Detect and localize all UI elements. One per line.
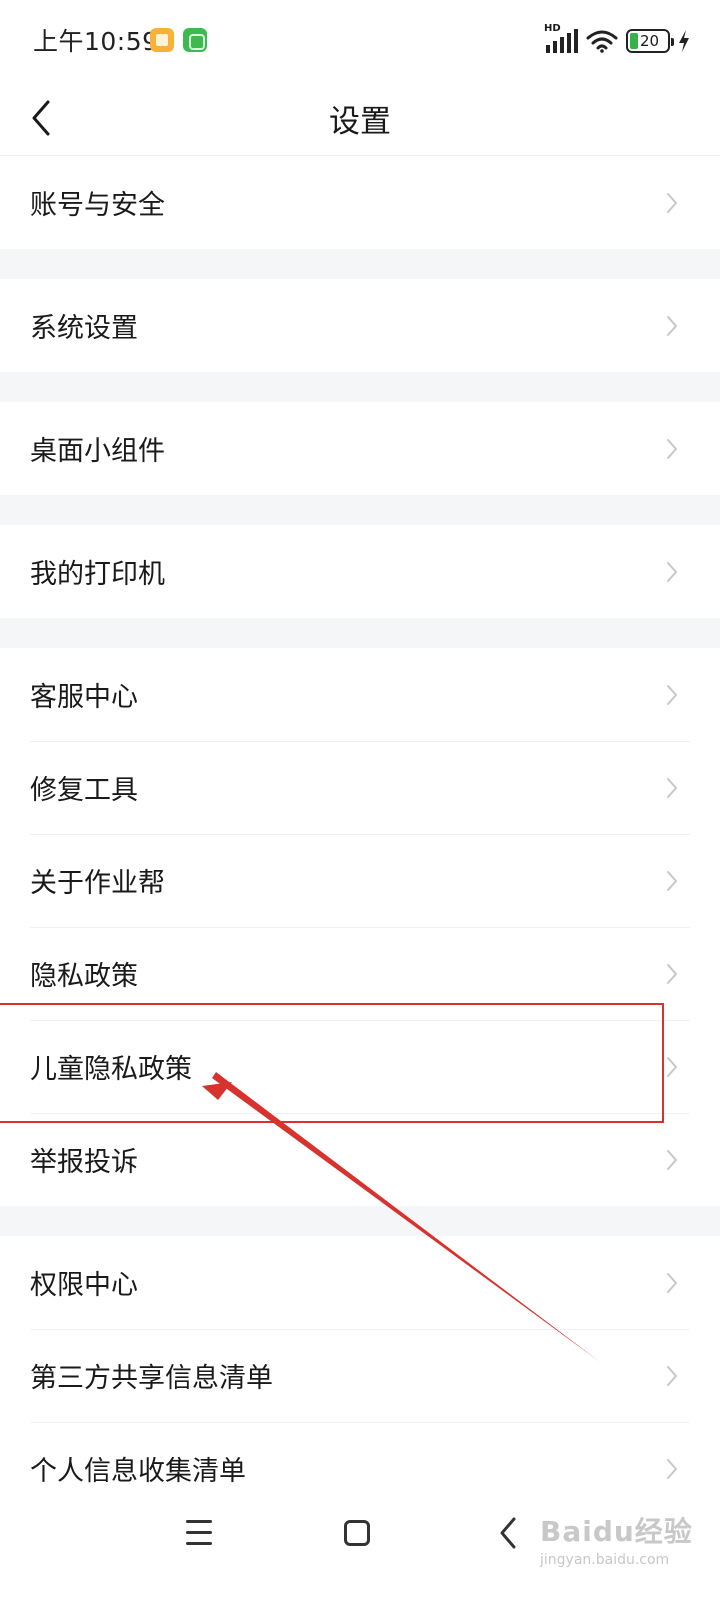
settings-item[interactable]: 桌面小组件 xyxy=(0,402,720,495)
settings-item-label: 第三方共享信息清单 xyxy=(30,1363,273,1394)
chevron-right-icon xyxy=(667,1458,677,1479)
settings-item-label: 关于作业帮 xyxy=(30,868,165,899)
chevron-right-icon xyxy=(667,1149,677,1170)
chevron-right-icon xyxy=(667,192,677,213)
signal-icon: HD xyxy=(544,23,578,53)
chevron-right-icon xyxy=(667,438,677,459)
group-separator xyxy=(0,372,720,402)
settings-item-label: 隐私政策 xyxy=(30,961,138,992)
settings-list: 账号与安全系统设置桌面小组件我的打印机客服中心修复工具关于作业帮隐私政策儿童隐私… xyxy=(0,156,720,1515)
chevron-right-icon xyxy=(667,315,677,336)
chevron-right-icon xyxy=(667,777,677,798)
settings-item-label: 儿童隐私政策 xyxy=(30,1054,192,1085)
chevron-right-icon xyxy=(667,1056,677,1077)
settings-group: 我的打印机 xyxy=(0,525,720,618)
settings-item[interactable]: 儿童隐私政策 xyxy=(0,1020,720,1113)
settings-item[interactable]: 账号与安全 xyxy=(0,156,720,249)
hd-label: HD xyxy=(544,23,561,34)
nav-back-icon[interactable] xyxy=(498,1516,518,1550)
group-separator xyxy=(0,495,720,525)
group-separator xyxy=(0,618,720,648)
settings-item[interactable]: 第三方共享信息清单 xyxy=(0,1329,720,1422)
settings-group: 客服中心修复工具关于作业帮隐私政策儿童隐私政策 举报投诉 xyxy=(0,648,720,1206)
watermark: Baidu经验 jingyan.baidu.com xyxy=(540,1510,693,1568)
menu-icon[interactable] xyxy=(186,1520,214,1546)
settings-item-label: 修复工具 xyxy=(30,775,138,806)
settings-group: 权限中心第三方共享信息清单 个人信息收集清单 xyxy=(0,1236,720,1515)
app-header: 设置 xyxy=(0,80,720,156)
chevron-right-icon xyxy=(667,870,677,891)
chevron-right-icon xyxy=(667,684,677,705)
chevron-right-icon xyxy=(667,1272,677,1293)
charging-bolt-icon xyxy=(678,30,690,52)
settings-group: 账号与安全 xyxy=(0,156,720,249)
status-bar: 上午10:59 HD 20 xyxy=(0,0,720,80)
battery-level: 20 xyxy=(640,31,660,50)
settings-item-label: 举报投诉 xyxy=(30,1147,138,1178)
settings-item-label: 个人信息收集清单 xyxy=(30,1456,246,1487)
battery-icon: 20 xyxy=(626,29,674,53)
settings-item-label: 账号与安全 xyxy=(30,190,165,221)
settings-item-label: 权限中心 xyxy=(30,1270,138,1301)
settings-item[interactable]: 举报投诉 xyxy=(0,1113,720,1206)
settings-item[interactable]: 系统设置 xyxy=(0,279,720,372)
settings-item[interactable]: 关于作业帮 xyxy=(0,834,720,927)
settings-item[interactable]: 客服中心 xyxy=(0,648,720,741)
group-separator xyxy=(0,1206,720,1236)
status-time: 上午10:59 xyxy=(33,27,159,56)
chevron-right-icon xyxy=(667,1365,677,1386)
settings-group: 桌面小组件 xyxy=(0,402,720,495)
settings-item-label: 客服中心 xyxy=(30,682,138,713)
page-title: 设置 xyxy=(329,104,391,140)
settings-item-label: 我的打印机 xyxy=(30,559,165,590)
watermark-url: jingyan.baidu.com xyxy=(540,1552,670,1568)
settings-item[interactable]: 权限中心 xyxy=(0,1236,720,1329)
settings-item-label: 系统设置 xyxy=(30,313,138,344)
chevron-right-icon xyxy=(667,963,677,984)
settings-item[interactable]: 修复工具 xyxy=(0,741,720,834)
settings-group: 系统设置 xyxy=(0,279,720,372)
settings-item-label: 桌面小组件 xyxy=(30,436,165,467)
settings-item[interactable]: 我的打印机 xyxy=(0,525,720,618)
watermark-logo: Baidu经验 xyxy=(540,1515,693,1548)
app-notification-icon xyxy=(183,28,207,52)
chevron-right-icon xyxy=(667,561,677,582)
gallery-notification-icon xyxy=(150,28,174,52)
wifi-icon xyxy=(586,29,618,53)
status-indicators: HD 20 xyxy=(544,23,690,56)
group-separator xyxy=(0,249,720,279)
home-icon[interactable] xyxy=(344,1520,370,1546)
settings-item[interactable]: 隐私政策 xyxy=(0,927,720,1020)
